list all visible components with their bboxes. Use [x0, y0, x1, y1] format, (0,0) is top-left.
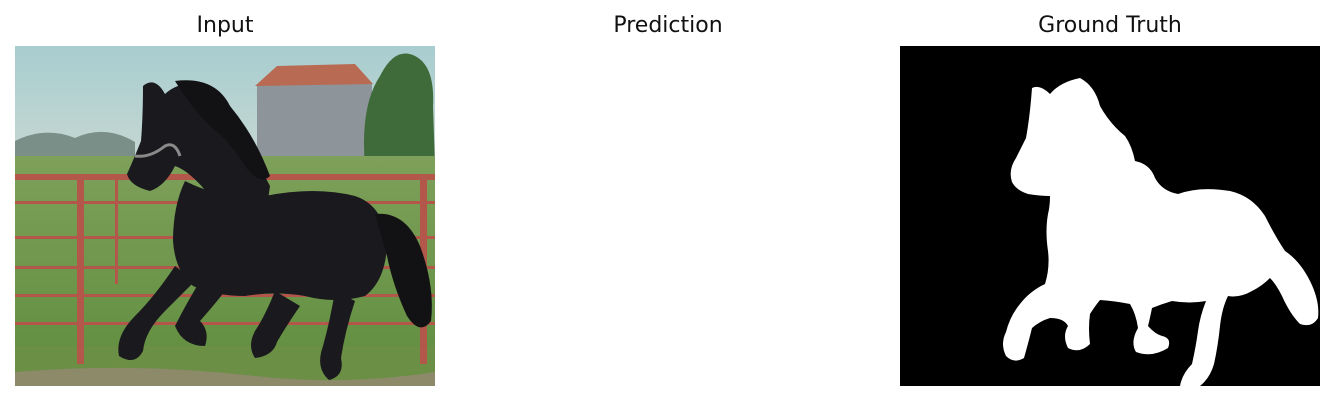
ground-truth-mask	[900, 46, 1320, 386]
prediction-image	[458, 46, 878, 386]
input-panel-title: Input	[196, 13, 254, 38]
ground-truth-panel-title: Ground Truth	[1038, 13, 1182, 38]
prediction-panel-title: Prediction	[613, 13, 723, 38]
horse-photo	[15, 46, 435, 386]
input-image	[15, 46, 435, 386]
segmentation-mask	[900, 46, 1320, 386]
